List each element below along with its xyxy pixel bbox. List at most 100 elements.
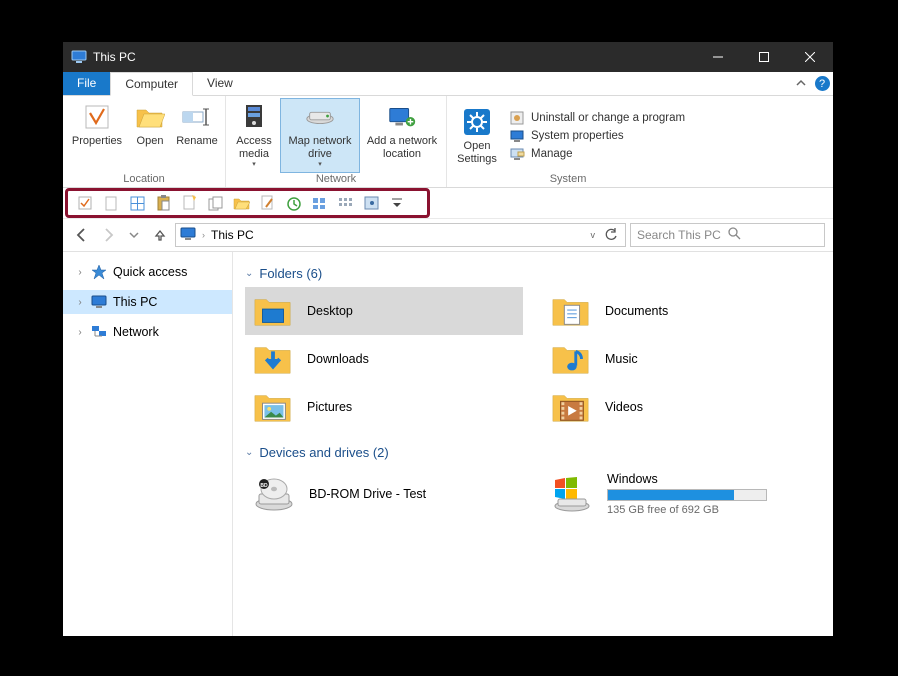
- drive-name: Windows: [607, 472, 767, 486]
- this-pc-icon: [91, 294, 107, 310]
- sidebar-item-network[interactable]: › Network: [63, 320, 232, 344]
- rename-button[interactable]: Rename: [173, 98, 221, 151]
- tab-computer[interactable]: Computer: [110, 72, 193, 96]
- chevron-down-icon: ⌄: [245, 447, 253, 458]
- help-button[interactable]: ?: [811, 72, 833, 95]
- titlebar: This PC: [63, 42, 833, 72]
- add-network-location-label: Add a network location: [364, 135, 440, 160]
- ribbon-group-network-label: Network: [230, 173, 442, 187]
- qat-open-folder-icon[interactable]: [232, 194, 250, 212]
- content-pane: ⌄ Folders (6) Desktop Documents Download…: [233, 252, 833, 636]
- qat-page-icon[interactable]: [102, 194, 120, 212]
- explorer-window: This PC File Computer View ? Properties …: [63, 42, 833, 636]
- drive-bdrom[interactable]: BD BD-ROM Drive - Test: [245, 466, 523, 522]
- search-input[interactable]: Search This PC: [630, 223, 825, 247]
- expander-icon[interactable]: ›: [75, 297, 85, 308]
- media-server-icon: [238, 101, 270, 133]
- open-button[interactable]: Open: [129, 98, 171, 151]
- window-title: This PC: [93, 50, 136, 64]
- ribbon-group-location-label: Location: [67, 173, 221, 187]
- expander-icon[interactable]: ›: [75, 267, 85, 278]
- close-button[interactable]: [787, 42, 833, 72]
- quick-access-toolbar-area: [63, 188, 833, 218]
- this-pc-icon: [71, 49, 87, 65]
- address-text: This PC: [211, 228, 585, 242]
- qat-large-icons-icon[interactable]: [310, 194, 328, 212]
- address-dropdown-icon[interactable]: v: [591, 230, 596, 240]
- qat-history-icon[interactable]: [284, 194, 302, 212]
- address-bar[interactable]: › This PC v: [175, 223, 626, 247]
- folder-videos[interactable]: Videos: [543, 383, 821, 431]
- folder-downloads[interactable]: Downloads: [245, 335, 523, 383]
- ribbon-group-location: Properties Open Rename Location: [63, 96, 226, 187]
- ribbon-tabs: File Computer View ?: [63, 72, 833, 96]
- dropdown-icon: ▾: [318, 161, 322, 169]
- pictures-folder-icon: [253, 387, 293, 427]
- network-label: Network: [113, 325, 159, 339]
- qat-customize-icon[interactable]: [388, 194, 406, 212]
- open-label: Open: [137, 135, 164, 148]
- ribbon-group-network: Access media▾ Map network drive▾ Add a n…: [226, 96, 447, 187]
- tab-file[interactable]: File: [63, 72, 110, 95]
- downloads-folder-icon: [253, 339, 293, 379]
- system-properties-icon: [509, 128, 525, 144]
- qat-hidden-items-icon[interactable]: [362, 194, 380, 212]
- folder-desktop[interactable]: Desktop: [245, 287, 523, 335]
- tab-view[interactable]: View: [193, 72, 247, 95]
- folder-label: Music: [605, 352, 638, 366]
- search-placeholder: Search This PC: [637, 228, 728, 242]
- expander-icon[interactable]: ›: [75, 327, 85, 338]
- add-network-location-icon: [386, 101, 418, 133]
- access-media-button[interactable]: Access media▾: [230, 98, 278, 173]
- folder-pictures[interactable]: Pictures: [245, 383, 523, 431]
- dropdown-icon: ▾: [252, 161, 256, 169]
- folder-label: Videos: [605, 400, 643, 414]
- drive-windows[interactable]: Windows 135 GB free of 692 GB: [543, 466, 821, 522]
- quick-access-toolbar: [65, 188, 430, 218]
- manage-icon: [509, 146, 525, 162]
- uninstall-program-link[interactable]: Uninstall or change a program: [509, 110, 685, 126]
- qat-paste-icon[interactable]: [154, 194, 172, 212]
- refresh-button[interactable]: [601, 228, 621, 242]
- ribbon-group-system: Open Settings Uninstall or change a prog…: [447, 96, 689, 187]
- documents-folder-icon: [551, 291, 591, 331]
- ribbon-group-system-label: System: [451, 173, 685, 187]
- map-network-drive-button[interactable]: Map network drive▾: [280, 98, 360, 173]
- sidebar-item-this-pc[interactable]: › This PC: [63, 290, 232, 314]
- up-button[interactable]: [149, 224, 171, 246]
- folder-label: Documents: [605, 304, 668, 318]
- drive-space-bar: [607, 489, 767, 501]
- folder-label: Downloads: [307, 352, 369, 366]
- qat-checkbox-icon[interactable]: [76, 194, 94, 212]
- qat-small-icons-icon[interactable]: [336, 194, 354, 212]
- folder-label: Pictures: [307, 400, 352, 414]
- chevron-down-icon: ⌄: [245, 268, 253, 279]
- qat-new-item-icon[interactable]: [180, 194, 198, 212]
- maximize-button[interactable]: [741, 42, 787, 72]
- minimize-button[interactable]: [695, 42, 741, 72]
- folders-section-header[interactable]: ⌄ Folders (6): [245, 266, 821, 281]
- desktop-folder-icon: [253, 291, 293, 331]
- qat-copy-icon[interactable]: [206, 194, 224, 212]
- breadcrumb-separator-icon[interactable]: ›: [202, 230, 205, 240]
- add-network-location-button[interactable]: Add a network location: [362, 98, 442, 163]
- folder-music[interactable]: Music: [543, 335, 821, 383]
- back-button[interactable]: [71, 224, 93, 246]
- collapse-ribbon-button[interactable]: [791, 72, 811, 95]
- recent-locations-button[interactable]: [123, 224, 145, 246]
- system-properties-link[interactable]: System properties: [509, 128, 685, 144]
- folders-header-text: Folders (6): [259, 266, 322, 281]
- qat-panes-icon[interactable]: [128, 194, 146, 212]
- sidebar-item-quick-access[interactable]: › Quick access: [63, 260, 232, 284]
- properties-button[interactable]: Properties: [67, 98, 127, 151]
- devices-section-header[interactable]: ⌄ Devices and drives (2): [245, 445, 821, 460]
- this-pc-label: This PC: [113, 295, 157, 309]
- uninstall-label: Uninstall or change a program: [531, 112, 685, 124]
- network-icon: [91, 324, 107, 340]
- open-settings-button[interactable]: Open Settings: [451, 103, 503, 168]
- forward-button[interactable]: [97, 224, 119, 246]
- manage-link[interactable]: Manage: [509, 146, 685, 162]
- folder-documents[interactable]: Documents: [543, 287, 821, 335]
- qat-edit-icon[interactable]: [258, 194, 276, 212]
- search-icon: [728, 227, 819, 243]
